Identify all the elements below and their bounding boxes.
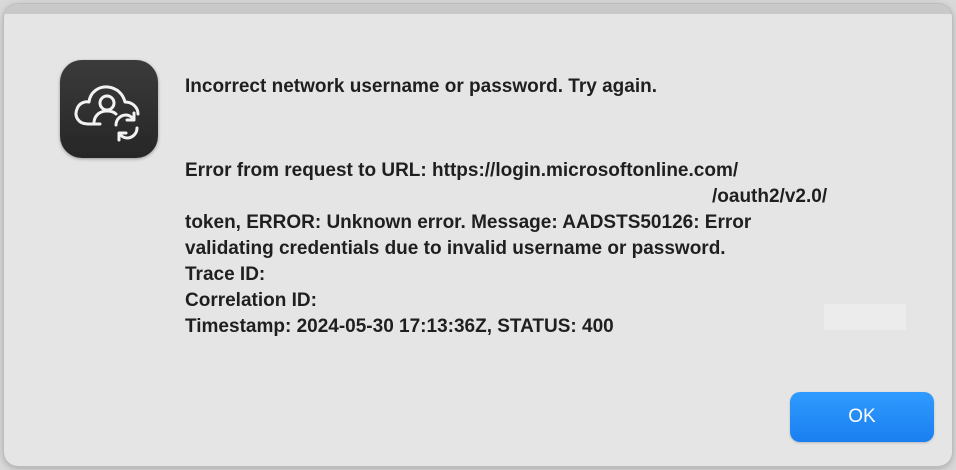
message-line: /oauth2/v2.0/ xyxy=(712,186,828,207)
alert-dialog: Incorrect network username or password. … xyxy=(4,4,952,466)
message-line: Timestamp: 2024-05-30 17:13:36Z, STATUS:… xyxy=(185,316,614,337)
message-line: token, ERROR: Unknown error. Message: AA… xyxy=(185,212,752,233)
cloud-user-sync-icon xyxy=(60,60,158,158)
redacted-area xyxy=(824,304,906,330)
dialog-message: Error from request to URL: https://login… xyxy=(185,158,925,340)
dialog-headline: Incorrect network username or password. … xyxy=(185,76,657,97)
message-line: validating credentials due to invalid us… xyxy=(185,238,726,259)
message-line: Correlation ID: xyxy=(185,290,317,311)
message-line: Trace ID: xyxy=(185,264,266,285)
dialog-top-edge xyxy=(4,4,952,14)
ok-button[interactable]: OK xyxy=(790,392,934,442)
message-line: Error from request to URL: https://login… xyxy=(185,160,739,181)
